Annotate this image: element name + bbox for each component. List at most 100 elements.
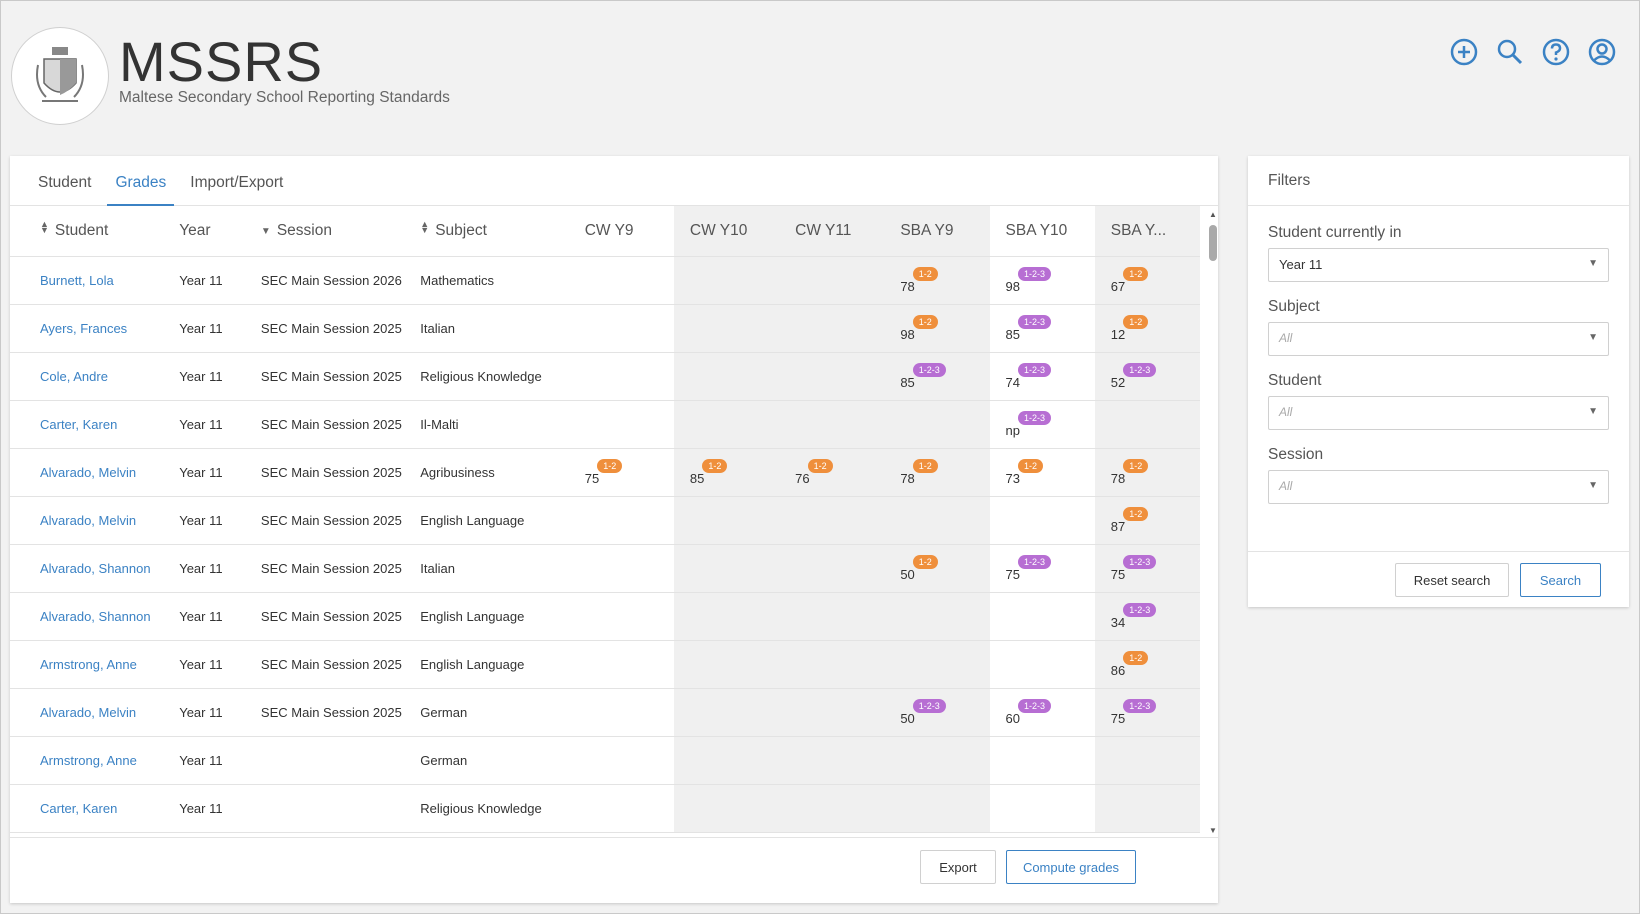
sba-y9-cell[interactable]: 98 1-2: [884, 304, 990, 353]
cw-y11-cell[interactable]: [779, 736, 885, 785]
sba-y11-cell[interactable]: 87 1-2: [1094, 496, 1200, 545]
student-currently-in-select[interactable]: Year 11 ▼: [1268, 248, 1609, 282]
cw-y11-cell[interactable]: [779, 544, 885, 593]
col-year-header[interactable]: Year: [163, 206, 245, 257]
cw-y9-cell[interactable]: [568, 784, 674, 833]
sba-y9-cell[interactable]: 85 1-2-3: [884, 352, 990, 401]
sba-y10-cell[interactable]: np 1-2-3: [989, 400, 1095, 449]
sba-y11-cell[interactable]: 78 1-2: [1094, 448, 1200, 497]
student-link[interactable]: Burnett, Lola: [40, 273, 114, 288]
scroll-thumb[interactable]: [1209, 225, 1217, 261]
cw-y11-cell[interactable]: [779, 304, 885, 353]
sba-y10-cell[interactable]: [989, 592, 1095, 641]
cw-y10-cell[interactable]: [673, 400, 780, 449]
cw-y10-cell[interactable]: [673, 352, 780, 401]
student-link[interactable]: Carter, Karen: [40, 417, 117, 432]
sba-y11-cell[interactable]: 86 1-2: [1094, 640, 1200, 689]
col-subject-header[interactable]: ▲ ▼ Subject: [404, 206, 569, 257]
sba-y11-cell[interactable]: [1094, 736, 1200, 785]
cw-y10-cell[interactable]: [673, 496, 780, 545]
cw-y9-cell[interactable]: [568, 352, 674, 401]
cw-y9-cell[interactable]: [568, 544, 674, 593]
student-select[interactable]: All ▼: [1268, 396, 1609, 430]
cw-y10-cell[interactable]: [673, 784, 780, 833]
cw-y9-cell[interactable]: 75 1-2: [568, 448, 674, 497]
cw-y9-cell[interactable]: [568, 304, 674, 353]
tab-import-export[interactable]: Import/Export: [182, 156, 291, 206]
scroll-up-icon[interactable]: ▲: [1209, 210, 1217, 219]
sba-y9-cell[interactable]: [884, 640, 990, 689]
col-cw-y9-header[interactable]: CW Y9: [568, 206, 674, 257]
cw-y10-cell[interactable]: [673, 592, 780, 641]
sba-y9-cell[interactable]: 78 1-2: [884, 448, 990, 497]
session-select[interactable]: All ▼: [1268, 470, 1609, 504]
sba-y9-cell[interactable]: [884, 592, 990, 641]
sba-y10-cell[interactable]: 75 1-2-3: [989, 544, 1095, 593]
cw-y11-cell[interactable]: [779, 256, 885, 305]
student-link[interactable]: Carter, Karen: [40, 801, 117, 816]
student-link[interactable]: Ayers, Frances: [40, 321, 127, 336]
cw-y11-cell[interactable]: [779, 688, 885, 737]
sba-y9-cell[interactable]: [884, 784, 990, 833]
search-button[interactable]: Search: [1520, 563, 1601, 597]
cw-y9-cell[interactable]: [568, 256, 674, 305]
sba-y11-cell[interactable]: [1094, 400, 1200, 449]
col-cw-y11-header[interactable]: CW Y11: [779, 206, 885, 257]
sba-y11-cell[interactable]: 12 1-2: [1094, 304, 1200, 353]
col-sba-y10-header[interactable]: SBA Y10: [989, 206, 1095, 257]
col-sba-y9-header[interactable]: SBA Y9: [884, 206, 990, 257]
cw-y11-cell[interactable]: [779, 400, 885, 449]
subject-select[interactable]: All ▼: [1268, 322, 1609, 356]
cw-y9-cell[interactable]: [568, 688, 674, 737]
col-sba-y11-header[interactable]: SBA Y...: [1094, 206, 1200, 257]
sba-y10-cell[interactable]: 85 1-2-3: [989, 304, 1095, 353]
student-link[interactable]: Alvarado, Melvin: [40, 705, 136, 720]
account-icon[interactable]: [1587, 37, 1617, 67]
col-session-header[interactable]: ▼ Session: [244, 206, 405, 257]
sba-y10-cell[interactable]: [989, 640, 1095, 689]
sba-y11-cell[interactable]: 75 1-2-3: [1094, 688, 1200, 737]
cw-y10-cell[interactable]: [673, 736, 780, 785]
sba-y11-cell[interactable]: 34 1-2-3: [1094, 592, 1200, 641]
cw-y10-cell[interactable]: [673, 256, 780, 305]
cw-y11-cell[interactable]: [779, 352, 885, 401]
student-link[interactable]: Cole, Andre: [40, 369, 108, 384]
help-icon[interactable]: [1541, 37, 1571, 67]
search-icon[interactable]: [1495, 37, 1525, 67]
sba-y9-cell[interactable]: 50 1-2-3: [884, 688, 990, 737]
student-link[interactable]: Alvarado, Shannon: [40, 609, 151, 624]
student-link[interactable]: Alvarado, Melvin: [40, 465, 136, 480]
cw-y10-cell[interactable]: [673, 640, 780, 689]
export-button[interactable]: Export: [920, 850, 996, 884]
sba-y10-cell[interactable]: [989, 496, 1095, 545]
table-scrollbar[interactable]: ▲ ▼: [1208, 206, 1218, 837]
compute-grades-button[interactable]: Compute grades: [1006, 850, 1136, 884]
sba-y10-cell[interactable]: 74 1-2-3: [989, 352, 1095, 401]
col-cw-y10-header[interactable]: CW Y10: [673, 206, 780, 257]
sba-y10-cell[interactable]: 73 1-2: [989, 448, 1095, 497]
scroll-down-icon[interactable]: ▼: [1209, 826, 1217, 835]
student-link[interactable]: Alvarado, Shannon: [40, 561, 151, 576]
sba-y9-cell[interactable]: 50 1-2: [884, 544, 990, 593]
cw-y9-cell[interactable]: [568, 400, 674, 449]
sba-y10-cell[interactable]: [989, 736, 1095, 785]
sba-y9-cell[interactable]: [884, 496, 990, 545]
sba-y10-cell[interactable]: 98 1-2-3: [989, 256, 1095, 305]
tab-grades[interactable]: Grades: [107, 156, 175, 206]
sba-y9-cell[interactable]: [884, 400, 990, 449]
cw-y11-cell[interactable]: [779, 592, 885, 641]
sba-y10-cell[interactable]: 60 1-2-3: [989, 688, 1095, 737]
cw-y9-cell[interactable]: [568, 736, 674, 785]
student-link[interactable]: Armstrong, Anne: [40, 753, 137, 768]
cw-y9-cell[interactable]: [568, 496, 674, 545]
cw-y10-cell[interactable]: [673, 544, 780, 593]
cw-y10-cell[interactable]: 85 1-2: [673, 448, 780, 497]
cw-y9-cell[interactable]: [568, 592, 674, 641]
student-link[interactable]: Alvarado, Melvin: [40, 513, 136, 528]
cw-y11-cell[interactable]: [779, 496, 885, 545]
cw-y11-cell[interactable]: 76 1-2: [779, 448, 885, 497]
cw-y11-cell[interactable]: [779, 784, 885, 833]
sba-y11-cell[interactable]: 67 1-2: [1094, 256, 1200, 305]
sba-y11-cell[interactable]: 75 1-2-3: [1094, 544, 1200, 593]
add-circle-icon[interactable]: [1449, 37, 1479, 67]
